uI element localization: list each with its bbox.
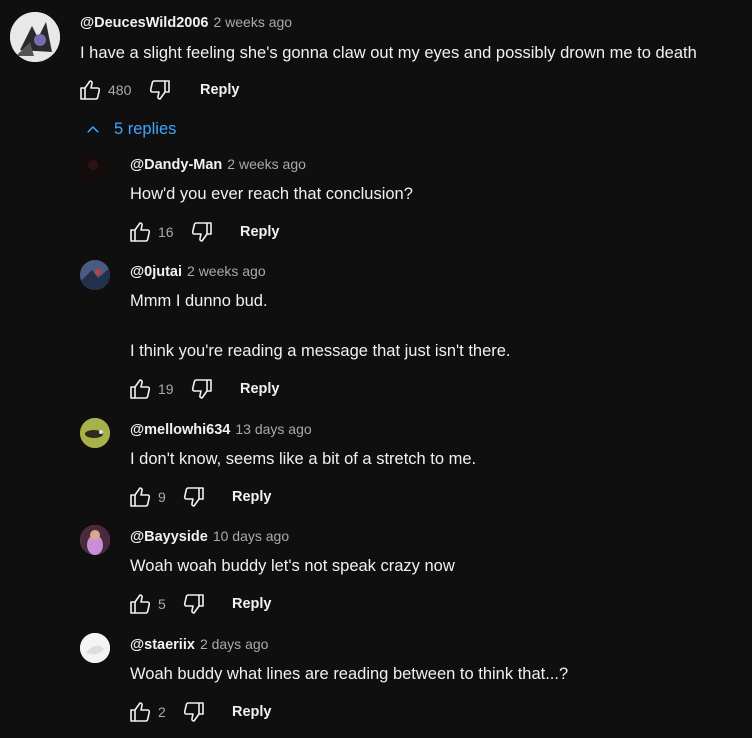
reply-button[interactable]: Reply — [240, 224, 280, 240]
comment-author[interactable]: @mellowhi634 — [130, 422, 230, 438]
reply-button[interactable]: Reply — [232, 489, 272, 505]
reply-button[interactable]: Reply — [240, 381, 280, 397]
comment-author[interactable]: @staeriix — [130, 637, 195, 653]
thumb-up-icon — [130, 702, 151, 722]
thumb-down-icon — [191, 379, 212, 399]
thumb-up-icon — [80, 80, 101, 100]
comment-timestamp[interactable]: 2 days ago — [200, 636, 269, 652]
comment-author[interactable]: @Dandy-Man — [130, 157, 222, 173]
dislike-button[interactable] — [180, 483, 208, 511]
thumb-up-icon — [130, 487, 151, 507]
like-count: 480 — [108, 82, 132, 98]
comment-text: Mmm I dunno bud. — [130, 292, 268, 310]
avatar[interactable] — [80, 633, 110, 663]
thumb-up-icon — [130, 222, 151, 242]
comment-timestamp[interactable]: 2 weeks ago — [187, 263, 266, 279]
like-count: 16 — [158, 224, 174, 240]
dislike-button[interactable] — [188, 218, 216, 246]
like-button[interactable] — [126, 698, 154, 726]
like-button[interactable] — [126, 375, 154, 403]
comment-text: I think you're reading a message that ju… — [130, 342, 511, 360]
thumb-down-icon — [183, 702, 204, 722]
dislike-button[interactable] — [188, 375, 216, 403]
comment-text: How'd you ever reach that conclusion? — [130, 185, 413, 203]
comment-timestamp[interactable]: 10 days ago — [213, 528, 289, 544]
like-count: 9 — [158, 489, 166, 505]
avatar[interactable] — [80, 418, 110, 448]
comment-text: I don't know, seems like a bit of a stre… — [130, 450, 477, 468]
reply-button[interactable]: Reply — [200, 82, 240, 98]
comment-actions: 480 Reply — [76, 78, 240, 102]
chevron-up-icon — [87, 125, 99, 133]
dislike-button[interactable] — [146, 76, 174, 104]
like-button[interactable] — [76, 76, 104, 104]
comment-actions: 5 Reply — [126, 592, 272, 616]
comment-text: Woah buddy what lines are reading betwee… — [130, 665, 569, 683]
replies-count-label: 5 replies — [114, 120, 177, 138]
thumb-down-icon — [191, 222, 212, 242]
replies-toggle[interactable]: 5 replies — [84, 120, 176, 139]
like-count: 19 — [158, 381, 174, 397]
thumb-up-icon — [130, 379, 151, 399]
thumb-down-icon — [149, 80, 170, 100]
like-button[interactable] — [126, 590, 154, 618]
thumb-up-icon — [130, 594, 151, 614]
comment-author[interactable]: @Bayyside — [130, 529, 208, 545]
dislike-button[interactable] — [180, 698, 208, 726]
dislike-button[interactable] — [180, 590, 208, 618]
comment-author[interactable]: @DeucesWild2006 — [80, 15, 208, 31]
comment-actions: 19 Reply — [126, 377, 280, 401]
comment-timestamp[interactable]: 2 weeks ago — [213, 14, 292, 30]
avatar[interactable] — [10, 12, 60, 62]
avatar[interactable] — [80, 153, 110, 183]
like-count: 5 — [158, 596, 166, 612]
comment-actions: 9 Reply — [126, 485, 272, 509]
thumb-down-icon — [183, 594, 204, 614]
comment-timestamp[interactable]: 13 days ago — [235, 421, 311, 437]
avatar[interactable] — [80, 260, 110, 290]
comment-text: Woah woah buddy let's not speak crazy no… — [130, 557, 455, 575]
comment-author[interactable]: @0jutai — [130, 264, 182, 280]
comment-actions: 2 Reply — [126, 700, 272, 724]
reply-button[interactable]: Reply — [232, 704, 272, 720]
avatar[interactable] — [80, 525, 110, 555]
comment-text: I have a slight feeling she's gonna claw… — [80, 44, 697, 62]
like-button[interactable] — [126, 483, 154, 511]
comment-timestamp[interactable]: 2 weeks ago — [227, 156, 306, 172]
reply-button[interactable]: Reply — [232, 596, 272, 612]
thumb-down-icon — [183, 487, 204, 507]
like-count: 2 — [158, 704, 166, 720]
comment-actions: 16 Reply — [126, 220, 280, 244]
like-button[interactable] — [126, 218, 154, 246]
